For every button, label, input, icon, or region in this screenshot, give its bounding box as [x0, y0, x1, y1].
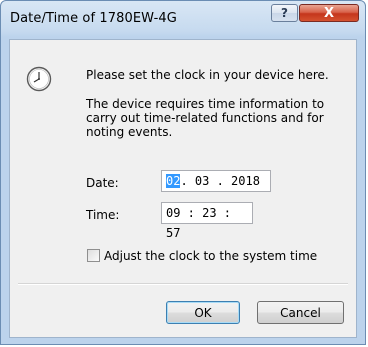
close-icon: X — [323, 5, 335, 21]
ok-button[interactable]: OK — [166, 301, 240, 324]
help-icon: ? — [281, 6, 288, 20]
window-title: Date/Time of 1780EW-4G — [10, 11, 177, 26]
description-text: The device requires time information to … — [86, 97, 325, 139]
help-button[interactable]: ? — [271, 4, 298, 22]
date-day-segment[interactable]: 02 — [166, 174, 181, 188]
time-field[interactable]: 09 : 23 : 57 — [161, 202, 253, 240]
time-label: Time: — [86, 208, 120, 222]
adjust-clock-label[interactable]: Adjust the clock to the system time — [104, 249, 317, 263]
date-label: Date: — [86, 176, 119, 190]
date-rest-segment[interactable]: . 03 . 2018 — [180, 174, 259, 188]
clock-icon — [26, 66, 52, 92]
date-field[interactable]: 02. 03 . 2018 — [161, 170, 271, 192]
title-bar[interactable]: Date/Time of 1780EW-4G ? X — [1, 1, 365, 39]
cancel-button[interactable]: Cancel — [257, 301, 344, 324]
separator — [18, 283, 348, 285]
intro-text: Please set the clock in your device here… — [86, 68, 329, 82]
close-button[interactable]: X — [299, 4, 359, 22]
adjust-clock-checkbox[interactable] — [87, 249, 100, 262]
